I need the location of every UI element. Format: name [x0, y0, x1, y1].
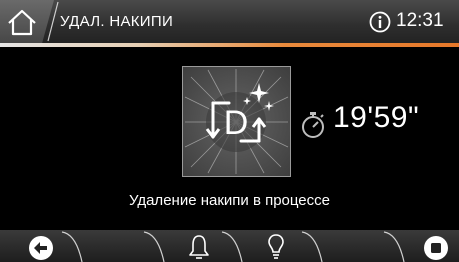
- accent-line: [0, 43, 459, 47]
- status-message: Удаление накипи в процессе: [128, 192, 330, 209]
- remaining-time: 19'59": [333, 101, 420, 134]
- back-icon[interactable]: [28, 235, 54, 261]
- program-letter: D: [224, 104, 249, 142]
- bottom-bar: [0, 230, 459, 262]
- info-icon[interactable]: [369, 11, 391, 33]
- bell-icon[interactable]: [188, 234, 210, 262]
- screen-title: УДАЛ. НАКИПИ: [60, 13, 174, 30]
- descaling-program-icon: D: [182, 66, 291, 177]
- top-bar: УДАЛ. НАКИПИ 12:31: [0, 0, 459, 43]
- header-divider: [47, 1, 59, 42]
- stop-icon[interactable]: [423, 235, 449, 261]
- bottom-bar-dividers: [61, 231, 405, 262]
- home-icon: [8, 9, 36, 36]
- clock: 12:31: [396, 10, 444, 31]
- stopwatch-icon: [302, 112, 324, 138]
- light-bulb-icon[interactable]: [266, 233, 286, 262]
